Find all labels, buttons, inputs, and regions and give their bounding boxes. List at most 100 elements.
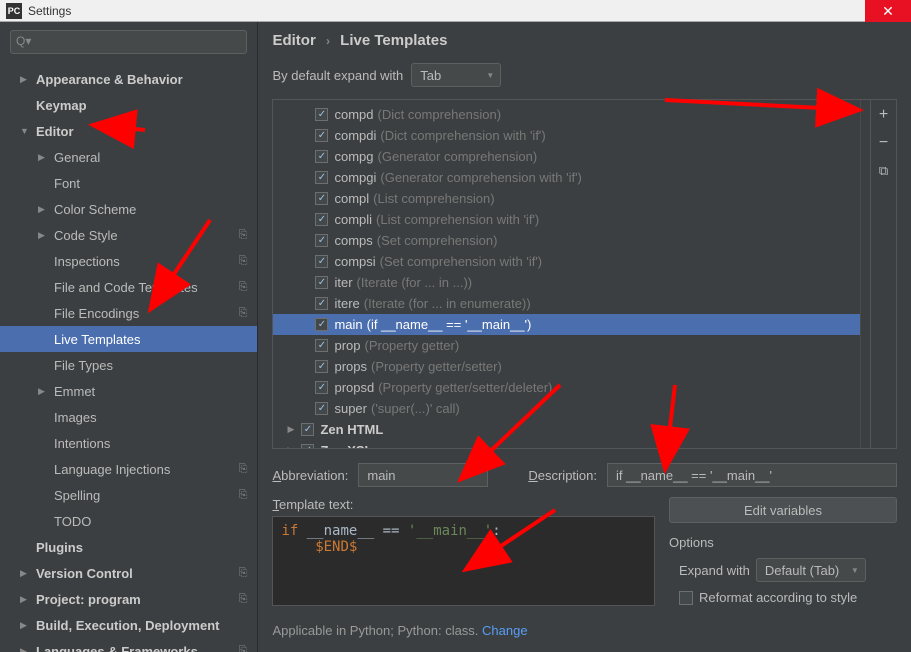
template-checkbox[interactable] (315, 192, 328, 205)
template-text-label: Template text: (272, 497, 655, 512)
expand-with-dropdown[interactable]: Default (Tab) (756, 558, 866, 582)
tree-label: Images (54, 410, 257, 425)
remove-button[interactable]: − (875, 134, 893, 152)
template-name: super (334, 401, 367, 416)
tree-label: Editor (36, 124, 257, 139)
group-checkbox[interactable] (301, 444, 314, 448)
sidebar-item-build-execution-deployment[interactable]: Build, Execution, Deployment (0, 612, 257, 638)
abbr-input[interactable] (358, 463, 488, 487)
tree-label: Appearance & Behavior (36, 72, 257, 87)
template-checkbox[interactable] (315, 402, 328, 415)
template-checkbox[interactable] (315, 297, 328, 310)
sidebar-item-images[interactable]: Images (0, 404, 257, 430)
sidebar-item-language-injections[interactable]: Language Injections⎘ (0, 456, 257, 482)
template-desc: (List comprehension) (373, 191, 494, 206)
project-scope-icon: ⎘ (239, 645, 248, 652)
template-desc: (Property getter/setter) (371, 359, 502, 374)
sidebar-item-inspections[interactable]: Inspections⎘ (0, 248, 257, 274)
project-scope-icon: ⎘ (239, 255, 248, 268)
template-group-zen-html[interactable]: Zen HTML (273, 419, 860, 440)
sidebar-item-project-program[interactable]: Project: program⎘ (0, 586, 257, 612)
template-checkbox[interactable] (315, 276, 328, 289)
template-checkbox[interactable] (315, 108, 328, 121)
sidebar-item-appearance-behavior[interactable]: Appearance & Behavior (0, 66, 257, 92)
sidebar-item-code-style[interactable]: Code Style⎘ (0, 222, 257, 248)
template-checkbox[interactable] (315, 150, 328, 163)
sidebar-item-keymap[interactable]: Keymap (0, 92, 257, 118)
tree-label: File and Code Templates (54, 280, 257, 295)
template-name: compg (334, 149, 373, 164)
template-checkbox[interactable] (315, 129, 328, 142)
template-item-compd[interactable]: compd (Dict comprehension) (273, 104, 860, 125)
template-code[interactable]: if __name__ == '__main__': $END$ (272, 516, 655, 606)
template-item-compdi[interactable]: compdi (Dict comprehension with 'if') (273, 125, 860, 146)
template-checkbox[interactable] (315, 339, 328, 352)
sidebar-item-version-control[interactable]: Version Control⎘ (0, 560, 257, 586)
sidebar-item-font[interactable]: Font (0, 170, 257, 196)
tree-label: Language Injections (54, 462, 257, 477)
tree-label: Inspections (54, 254, 257, 269)
sidebar-item-general[interactable]: General (0, 144, 257, 170)
template-checkbox[interactable] (315, 318, 328, 331)
template-item-compg[interactable]: compg (Generator comprehension) (273, 146, 860, 167)
sidebar-item-intentions[interactable]: Intentions (0, 430, 257, 456)
template-item-iter[interactable]: iter (Iterate (for ... in ...)) (273, 272, 860, 293)
sidebar-item-spelling[interactable]: Spelling⎘ (0, 482, 257, 508)
template-item-compl[interactable]: compl (List comprehension) (273, 188, 860, 209)
add-button[interactable]: + (875, 106, 893, 124)
sidebar-item-languages-frameworks[interactable]: Languages & Frameworks⎘ (0, 638, 257, 652)
reformat-checkbox[interactable] (679, 591, 693, 605)
tree-label: Project: program (36, 592, 257, 607)
tree-label: Live Templates (54, 332, 257, 347)
template-checkbox[interactable] (315, 171, 328, 184)
search-input[interactable] (10, 30, 247, 54)
sidebar-item-todo[interactable]: TODO (0, 508, 257, 534)
tree-label: Font (54, 176, 257, 191)
copy-button[interactable]: ⧉ (875, 162, 893, 180)
desc-input[interactable] (607, 463, 897, 487)
settings-sidebar: Q▾ Appearance & BehaviorKeymapEditorGene… (0, 22, 258, 652)
template-item-props[interactable]: props (Property getter/setter) (273, 356, 860, 377)
edit-variables-button[interactable]: Edit variables (669, 497, 897, 523)
template-name: compli (334, 212, 372, 227)
sidebar-item-emmet[interactable]: Emmet (0, 378, 257, 404)
template-item-compli[interactable]: compli (List comprehension with 'if') (273, 209, 860, 230)
sidebar-item-live-templates[interactable]: Live Templates (0, 326, 257, 352)
template-item-prop[interactable]: prop (Property getter) (273, 335, 860, 356)
project-scope-icon: ⎘ (239, 463, 248, 476)
sidebar-item-editor[interactable]: Editor (0, 118, 257, 144)
scrollbar[interactable] (860, 100, 870, 448)
template-item-compgi[interactable]: compgi (Generator comprehension with 'if… (273, 167, 860, 188)
template-checkbox[interactable] (315, 213, 328, 226)
tree-label: Languages & Frameworks (36, 644, 257, 652)
template-group-zen-xsl[interactable]: Zen XSL (273, 440, 860, 448)
sidebar-item-file-types[interactable]: File Types (0, 352, 257, 378)
template-item-super[interactable]: super ('super(...)' call) (273, 398, 860, 419)
expand-dropdown[interactable]: Tab (411, 63, 501, 87)
template-checkbox[interactable] (315, 234, 328, 247)
tree-arrow-icon (38, 152, 48, 163)
tree-arrow-icon (20, 126, 30, 136)
template-item-main[interactable]: main (if __name__ == '__main__') (273, 314, 860, 335)
template-item-compsi[interactable]: compsi (Set comprehension with 'if') (273, 251, 860, 272)
template-item-itere[interactable]: itere (Iterate (for ... in enumerate)) (273, 293, 860, 314)
tree-label: File Types (54, 358, 257, 373)
close-button[interactable]: ✕ (865, 0, 911, 22)
template-name: iter (334, 275, 352, 290)
template-checkbox[interactable] (315, 255, 328, 268)
template-checkbox[interactable] (315, 381, 328, 394)
template-item-comps[interactable]: comps (Set comprehension) (273, 230, 860, 251)
change-link[interactable]: Change (482, 623, 528, 638)
breadcrumb: Editor › Live Templates (258, 22, 911, 57)
sidebar-item-plugins[interactable]: Plugins (0, 534, 257, 560)
templates-list[interactable]: compd (Dict comprehension)compdi (Dict c… (273, 100, 860, 448)
sidebar-item-color-scheme[interactable]: Color Scheme (0, 196, 257, 222)
project-scope-icon: ⎘ (239, 593, 248, 606)
group-checkbox[interactable] (301, 423, 314, 436)
template-checkbox[interactable] (315, 360, 328, 373)
sidebar-item-file-encodings[interactable]: File Encodings⎘ (0, 300, 257, 326)
template-item-propsd[interactable]: propsd (Property getter/setter/deleter) (273, 377, 860, 398)
app-icon: PC (6, 3, 22, 19)
settings-tree[interactable]: Appearance & Behavior Keymap Editor General… (0, 62, 257, 652)
sidebar-item-file-and-code-templates[interactable]: File and Code Templates⎘ (0, 274, 257, 300)
